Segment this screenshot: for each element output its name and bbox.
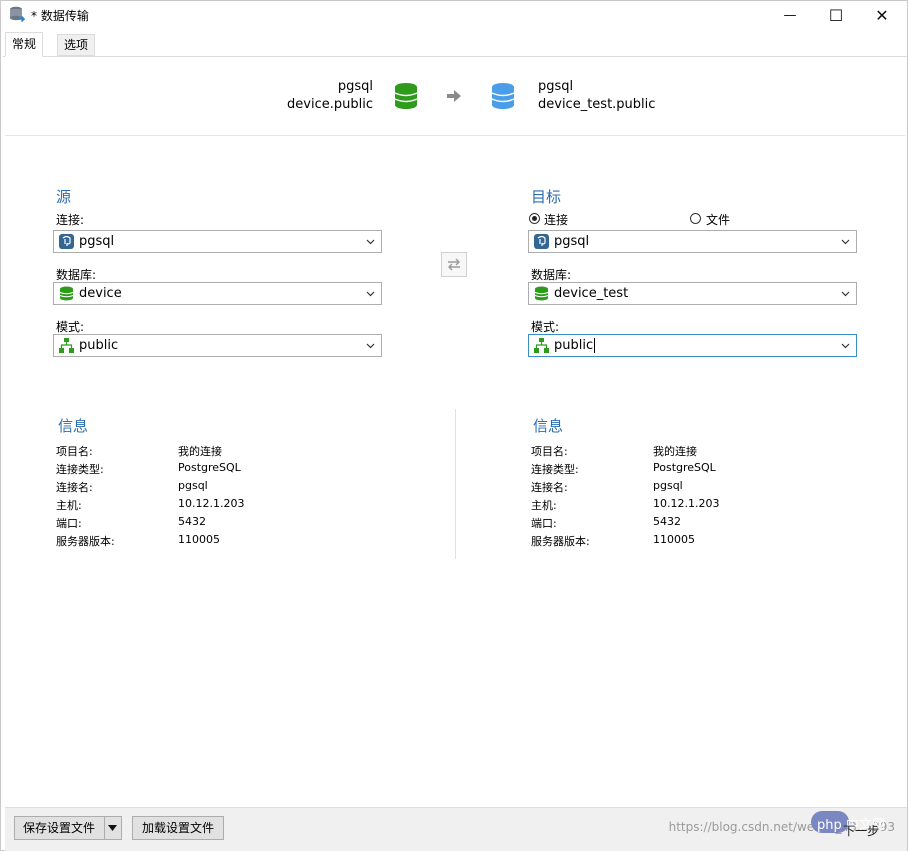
target-database-icon xyxy=(491,83,515,109)
info-value: 5432 xyxy=(653,515,681,528)
arrow-right-icon xyxy=(447,90,461,102)
target-database-select[interactable]: device_test xyxy=(528,282,857,305)
source-database-value: device xyxy=(79,286,122,301)
chevron-down-icon xyxy=(366,239,375,245)
swap-source-target-button[interactable] xyxy=(441,252,467,277)
save-settings-button[interactable]: 保存设置文件 xyxy=(14,816,122,840)
info-key: 服务器版本: xyxy=(56,535,115,548)
target-connection-radio-label[interactable]: 连接 xyxy=(544,211,568,228)
data-transfer-window: * 数据传输 — ☐ ✕ 常规 选项 pgsql device.public p… xyxy=(0,0,908,851)
target-schema-name: device_test.public xyxy=(538,97,656,112)
tab-bar: 常规 选项 xyxy=(3,32,907,57)
source-section-title: 源 xyxy=(56,188,72,206)
swap-icon xyxy=(448,258,460,271)
info-key: 项目名: xyxy=(56,445,93,458)
target-schema-value: public xyxy=(554,338,596,353)
target-schema-select[interactable]: public xyxy=(528,334,857,357)
source-database-select[interactable]: device xyxy=(53,282,382,305)
source-schema-value: public xyxy=(79,338,119,353)
info-value: 10.12.1.203 xyxy=(178,497,245,510)
data-transfer-icon xyxy=(10,6,25,23)
chevron-down-icon xyxy=(841,343,850,349)
source-info-title: 信息 xyxy=(58,417,89,435)
tab-general[interactable]: 常规 xyxy=(5,32,44,57)
schema-icon xyxy=(59,338,74,353)
target-file-radio-label[interactable]: 文件 xyxy=(706,211,730,228)
maximize-button[interactable]: ☐ xyxy=(813,1,859,29)
save-settings-dropdown[interactable] xyxy=(104,817,121,839)
info-key: 主机: xyxy=(56,499,82,512)
database-icon xyxy=(534,286,549,301)
source-schema-select[interactable]: public xyxy=(53,334,382,357)
target-database-value: device_test xyxy=(554,286,629,301)
info-key: 服务器版本: xyxy=(531,535,590,548)
info-value: pgsql xyxy=(178,479,208,492)
info-key: 端口: xyxy=(56,517,82,530)
transfer-summary-header: pgsql device.public pgsql device_test.pu… xyxy=(5,57,905,136)
source-connection-select[interactable]: pgsql xyxy=(53,230,382,253)
close-icon: ✕ xyxy=(875,5,889,25)
title-bar: * 数据传输 — ☐ ✕ xyxy=(1,1,907,29)
info-divider xyxy=(455,409,456,559)
next-button[interactable]: 下一步 xyxy=(843,822,879,839)
source-connection-value: pgsql xyxy=(79,234,115,249)
maximize-icon: ☐ xyxy=(828,5,844,25)
tab-options[interactable]: 选项 xyxy=(57,34,96,56)
info-key: 连接类型: xyxy=(531,463,579,476)
info-key: 主机: xyxy=(531,499,557,512)
close-button[interactable]: ✕ xyxy=(859,1,905,29)
source-database-icon xyxy=(394,83,418,109)
info-value: 110005 xyxy=(178,533,220,546)
target-section-title: 目标 xyxy=(531,188,562,206)
target-info-title: 信息 xyxy=(533,417,564,435)
database-icon xyxy=(59,286,74,301)
target-conn-name: pgsql xyxy=(538,79,574,94)
info-key: 连接类型: xyxy=(56,463,104,476)
chevron-down-icon xyxy=(841,291,850,297)
source-conn-name: pgsql xyxy=(337,79,373,94)
info-key: 端口: xyxy=(531,517,557,530)
chevron-down-icon xyxy=(841,239,850,245)
target-connection-value: pgsql xyxy=(554,234,590,249)
source-schema-label: 模式: xyxy=(56,320,85,334)
source-schema-name: device.public xyxy=(287,97,373,112)
info-value: 我的连接 xyxy=(178,445,222,458)
chevron-down-icon xyxy=(366,291,375,297)
info-value: PostgreSQL xyxy=(178,461,241,474)
info-value: 我的连接 xyxy=(653,445,697,458)
info-value: 10.12.1.203 xyxy=(653,497,720,510)
target-connection-select[interactable]: pgsql xyxy=(528,230,857,253)
minimize-icon: — xyxy=(783,7,797,23)
info-value: 5432 xyxy=(178,515,206,528)
postgresql-icon xyxy=(59,234,74,249)
chevron-down-icon xyxy=(366,343,375,349)
target-database-label: 数据库: xyxy=(531,268,572,282)
save-settings-label: 保存设置文件 xyxy=(23,821,96,835)
footer-bar: 保存设置文件 加载设置文件 https://blog.csdn.net/weix… xyxy=(5,807,907,851)
info-key: 连接名: xyxy=(531,481,568,494)
info-key: 项目名: xyxy=(531,445,568,458)
postgresql-icon xyxy=(534,234,549,249)
target-file-radio[interactable] xyxy=(690,213,701,224)
target-connection-radio[interactable] xyxy=(529,213,540,224)
info-key: 连接名: xyxy=(56,481,93,494)
caret-down-icon xyxy=(108,825,117,831)
info-value: 110005 xyxy=(653,533,695,546)
source-connection-label: 连接: xyxy=(56,213,85,227)
info-value: pgsql xyxy=(653,479,683,492)
load-settings-button[interactable]: 加载设置文件 xyxy=(132,816,225,840)
info-value: PostgreSQL xyxy=(653,461,716,474)
minimize-button[interactable]: — xyxy=(767,1,813,29)
schema-icon xyxy=(534,338,549,353)
source-database-label: 数据库: xyxy=(56,268,97,282)
window-title: * 数据传输 xyxy=(31,9,89,23)
target-schema-label: 模式: xyxy=(531,320,560,334)
